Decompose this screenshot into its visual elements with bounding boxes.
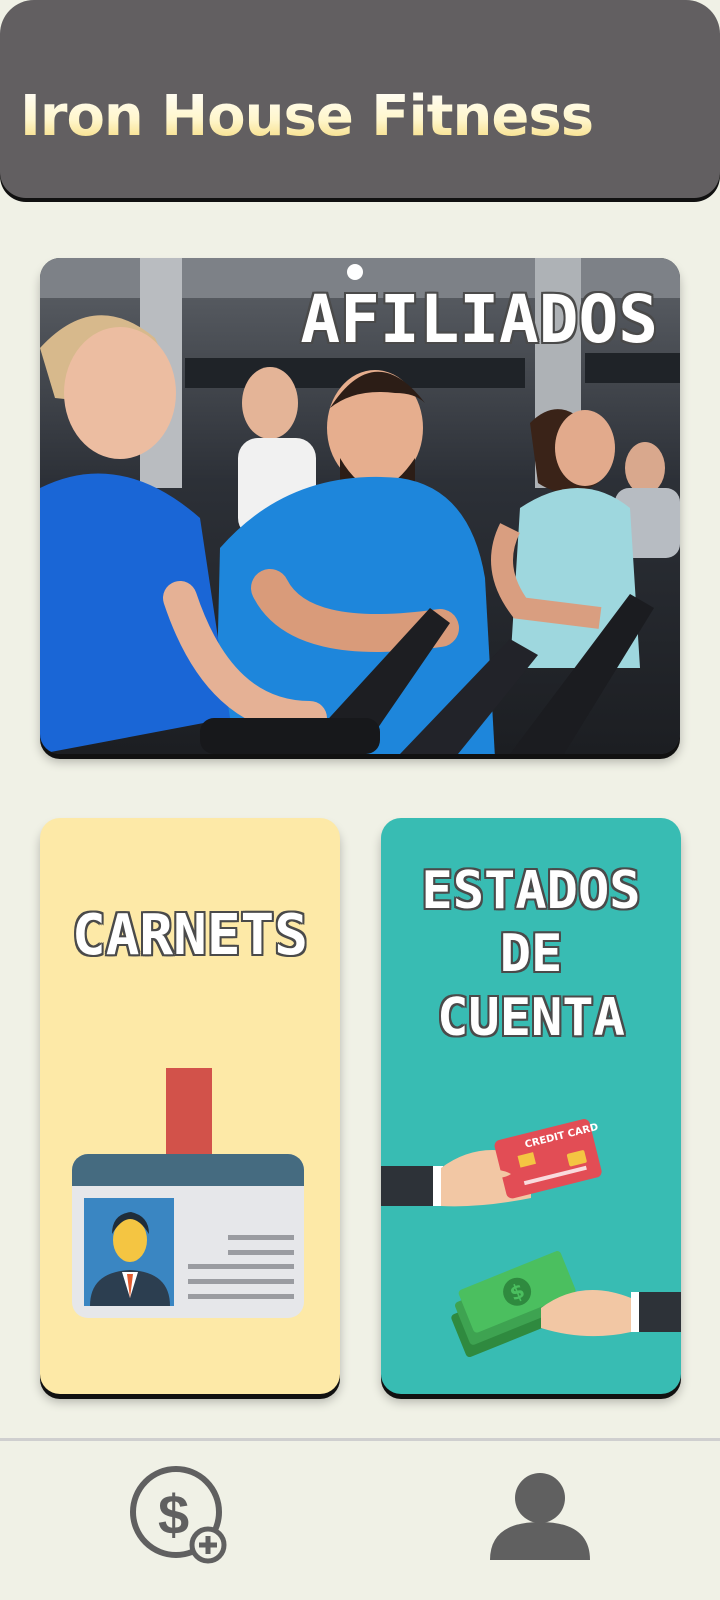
estados-de-cuenta-label: ESTADOS DE CUENTA — [381, 860, 681, 1050]
cash-payment-icon: $ — [451, 1251, 681, 1358]
afiliados-card[interactable]: AFILIADOS — [40, 258, 680, 754]
estados-label-line: ESTADOS — [421, 861, 641, 921]
cuenta-label-line: CUENTA — [437, 987, 625, 1048]
id-badge-icon — [72, 1068, 304, 1318]
user-profile-icon — [490, 1473, 590, 1560]
estados-de-cuenta-card[interactable]: ESTADOS DE CUENTA CREDIT CARD $ — [381, 818, 681, 1394]
app-header: Iron House Fitness — [0, 0, 720, 198]
dollar-add-icon: $ — [130, 1466, 227, 1564]
carnets-card[interactable]: CARNETS — [40, 818, 340, 1394]
de-label-line: DE — [499, 924, 563, 985]
add-payment-button[interactable]: $ — [130, 1466, 230, 1566]
svg-text:$: $ — [158, 1483, 189, 1546]
app-title: Iron House Fitness — [20, 84, 594, 149]
credit-card-payment-icon: CREDIT CARD — [381, 1119, 602, 1207]
bottom-nav-divider — [0, 1438, 720, 1441]
carnets-label: CARNETS — [71, 903, 308, 968]
afiliados-label: AFILIADOS — [300, 281, 658, 358]
profile-button[interactable] — [488, 1470, 592, 1562]
